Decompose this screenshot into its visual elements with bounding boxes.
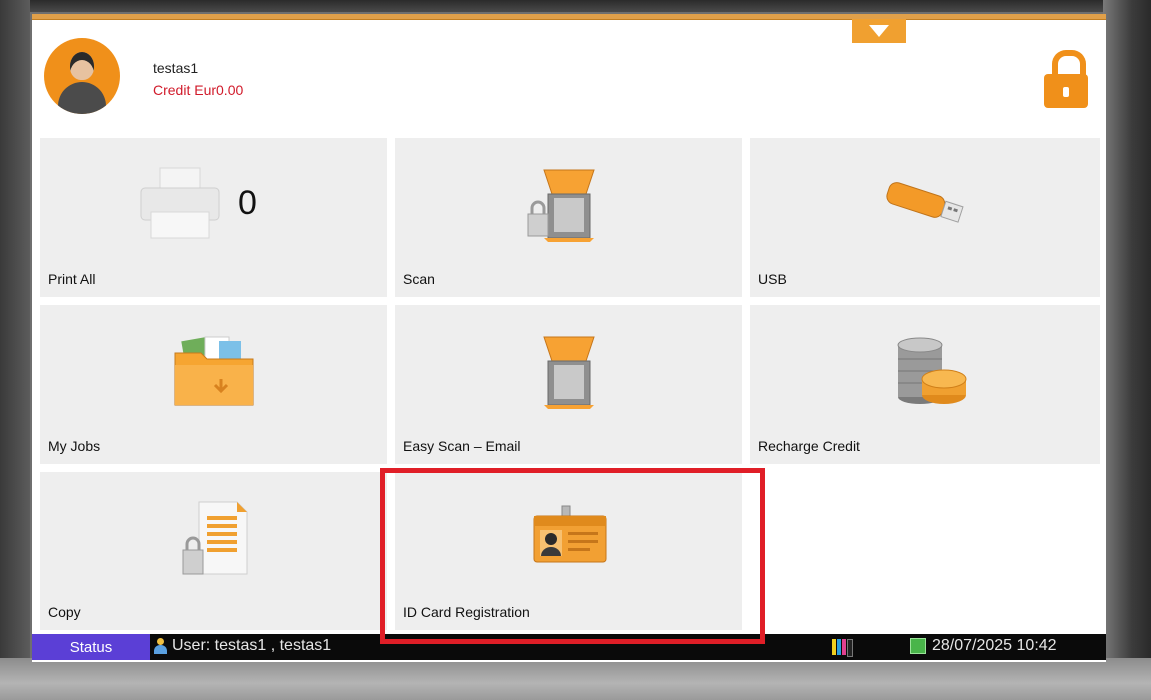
lock-button[interactable] bbox=[1044, 50, 1088, 110]
device-bezel-bottom bbox=[0, 658, 1151, 700]
tile-recharge-credit[interactable]: Recharge Credit bbox=[750, 305, 1100, 464]
user-icon bbox=[154, 638, 167, 654]
credit-balance: Credit Eur0.00 bbox=[153, 82, 244, 98]
tile-label-print-all: Print All bbox=[48, 271, 96, 287]
coins-icon bbox=[897, 337, 967, 404]
folder-icon bbox=[174, 336, 253, 406]
tile-label-scan: Scan bbox=[403, 271, 435, 287]
device-bezel-left bbox=[0, 0, 30, 700]
dropdown-tab-button[interactable] bbox=[852, 19, 906, 43]
touch-screen: testas1 Credit Eur0.00 0 Print All Scan bbox=[32, 14, 1106, 662]
tile-label-recharge-credit: Recharge Credit bbox=[758, 438, 860, 454]
document-lock-icon bbox=[182, 501, 247, 575]
top-accent-rule bbox=[32, 14, 1106, 20]
scanner-icon bbox=[542, 336, 595, 409]
device-bezel-top bbox=[0, 0, 1151, 12]
status-button[interactable]: Status bbox=[32, 634, 150, 660]
chevron-down-icon bbox=[869, 25, 889, 37]
id-card-icon bbox=[533, 505, 606, 563]
tile-label-easy-scan-email: Easy Scan – Email bbox=[403, 438, 521, 454]
user-avatar bbox=[44, 38, 120, 114]
printer-icon bbox=[140, 167, 220, 239]
print-queue-count: 0 bbox=[238, 184, 257, 222]
tile-scan[interactable]: Scan bbox=[395, 138, 742, 297]
tile-my-jobs[interactable]: My Jobs bbox=[40, 305, 387, 464]
status-user-text: User: testas1 , testas1 bbox=[172, 637, 332, 654]
status-datetime: 28/07/2025 10:42 bbox=[910, 637, 1057, 655]
tile-usb[interactable]: USB bbox=[750, 138, 1100, 297]
datetime-text: 28/07/2025 10:42 bbox=[932, 637, 1057, 654]
tile-label-my-jobs: My Jobs bbox=[48, 438, 101, 454]
usb-drive-icon bbox=[886, 182, 964, 223]
tile-id-card-registration[interactable]: ID Card Registration bbox=[395, 472, 742, 630]
user-name: testas1 bbox=[153, 60, 199, 76]
status-bar: Status User: testas1 , testas1 28/07/202… bbox=[32, 634, 1106, 660]
tile-print-all[interactable]: 0 Print All bbox=[40, 138, 387, 297]
calendar-icon bbox=[910, 638, 926, 654]
tile-label-usb: USB bbox=[758, 271, 787, 287]
tile-easy-scan-email[interactable]: Easy Scan – Email bbox=[395, 305, 742, 464]
tile-copy[interactable]: Copy bbox=[40, 472, 387, 630]
tile-label-id-card-registration: ID Card Registration bbox=[403, 604, 530, 620]
toner-level-icon bbox=[832, 639, 853, 657]
scanner-lock-icon bbox=[527, 169, 595, 242]
status-user-info: User: testas1 , testas1 bbox=[154, 637, 331, 655]
device-bezel-right bbox=[1103, 0, 1151, 700]
tile-label-copy: Copy bbox=[48, 604, 81, 620]
